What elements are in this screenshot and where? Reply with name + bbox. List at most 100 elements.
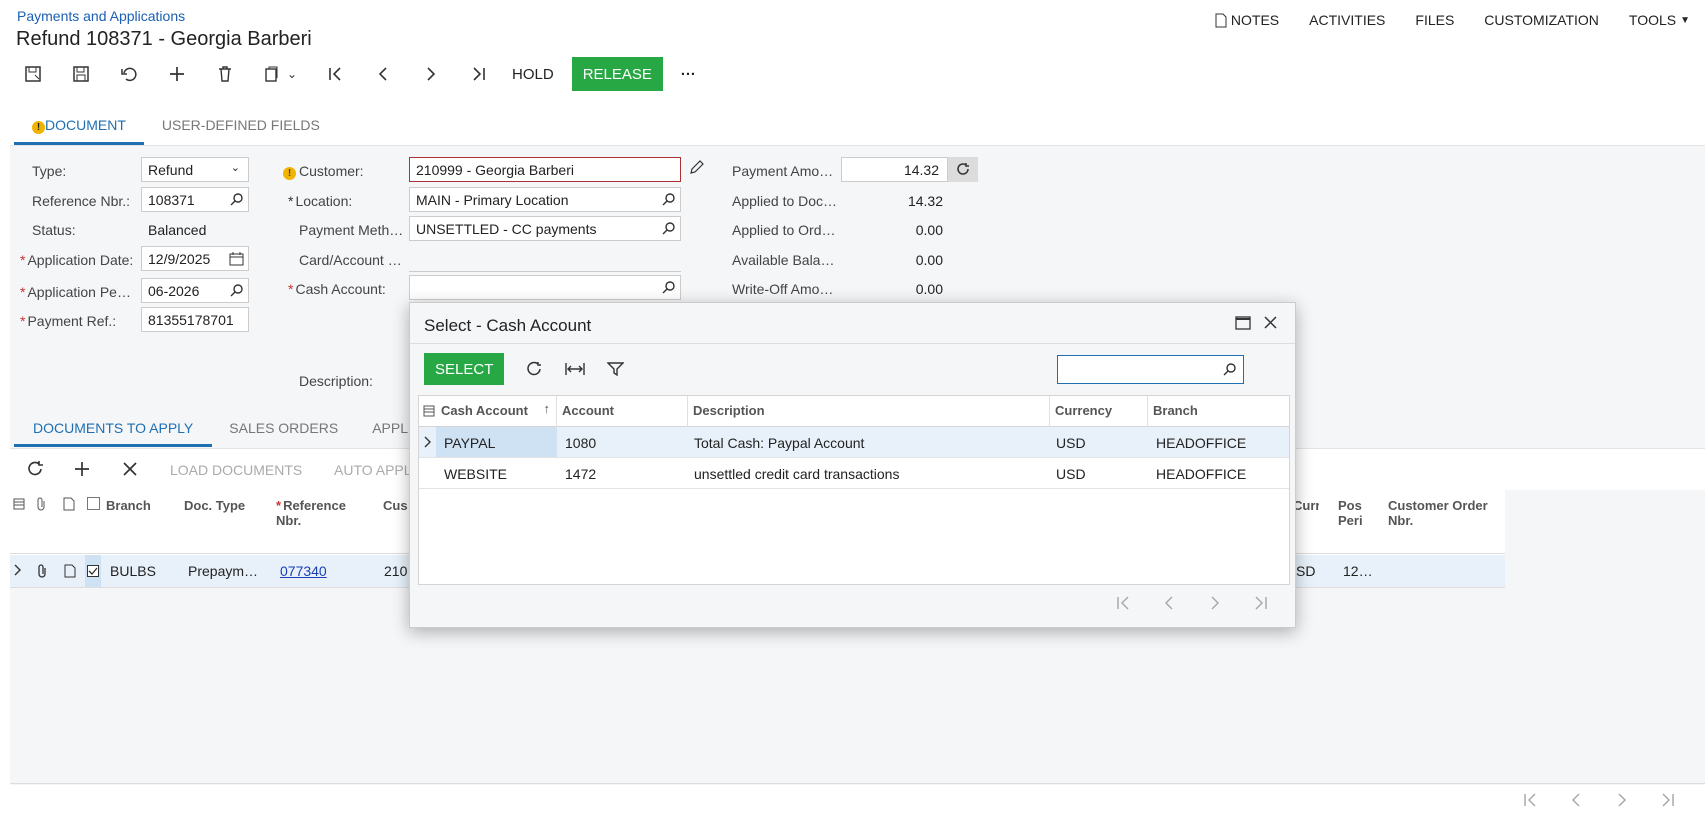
tab-user-defined-fields[interactable]: USER-DEFINED FIELDS <box>144 105 338 145</box>
previous-page-icon[interactable] <box>1161 595 1177 611</box>
files-button[interactable]: FILES <box>1400 12 1469 28</box>
save-close-icon[interactable] <box>18 59 48 89</box>
cell-description: unsettled credit card transactions <box>694 466 900 482</box>
attachment-icon[interactable] <box>36 564 48 578</box>
type-select[interactable]: Refund ⌄ <box>141 157 249 182</box>
col-description[interactable]: Description <box>688 396 1050 427</box>
application-date-label: * Application Date: <box>20 252 134 268</box>
add-row-icon[interactable] <box>73 460 91 478</box>
col-cash-account[interactable]: Cash Account ↑ <box>436 396 557 427</box>
col-branch[interactable]: Branch <box>106 498 151 513</box>
expand-row-icon[interactable] <box>423 436 433 448</box>
delete-row-icon[interactable] <box>122 461 138 477</box>
cash-account-field[interactable] <box>409 275 681 300</box>
search-icon <box>662 221 676 235</box>
grid-settings-icon[interactable] <box>423 405 435 417</box>
previous-record-icon[interactable] <box>368 59 398 89</box>
hold-button[interactable]: HOLD <box>512 66 554 83</box>
grid-settings-icon[interactable] <box>13 498 25 510</box>
copy-paste-icon[interactable]: ⌄ <box>258 59 302 89</box>
search-icon <box>230 283 244 297</box>
cell-reference-nbr-link[interactable]: 077340 <box>280 563 327 579</box>
first-record-icon[interactable] <box>320 59 350 89</box>
payment-method-field[interactable]: UNSETTLED - CC payments <box>409 216 681 241</box>
grid-footer-divider <box>10 783 1705 784</box>
undo-icon[interactable] <box>114 59 144 89</box>
close-icon[interactable] <box>1263 315 1278 330</box>
last-record-icon[interactable] <box>464 59 494 89</box>
row-checkbox[interactable] <box>85 555 101 587</box>
col-currency[interactable]: Curre <box>1293 498 1319 513</box>
application-period-field[interactable]: 06-2026 <box>141 278 249 303</box>
col-post-period[interactable]: Pos Peri <box>1338 498 1374 528</box>
first-page-icon[interactable] <box>1115 595 1131 611</box>
calendar-icon <box>229 251 244 266</box>
reference-nbr-field[interactable]: 108371 <box>141 187 249 212</box>
select-button[interactable]: SELECT <box>424 353 505 385</box>
page-title: Refund 108371 - Georgia Barberi <box>16 28 312 50</box>
delete-icon[interactable] <box>210 59 240 89</box>
cell-account: 1080 <box>565 435 597 451</box>
cell-currency: USD <box>1056 466 1086 482</box>
cell-customer: 210 <box>384 563 408 579</box>
last-page-icon[interactable] <box>1253 595 1269 611</box>
select-cash-account-dialog: Select - Cash Account SELECT Cash Accoun… <box>409 302 1296 628</box>
tools-button[interactable]: TOOLS ▼ <box>1614 12 1705 28</box>
table-row[interactable]: PAYPAL 1080 Total Cash: Paypal Account U… <box>419 427 1289 458</box>
note-icon <box>63 497 75 511</box>
col-doc-type[interactable]: Doc. Type <box>184 498 245 513</box>
col-reference-nbr[interactable]: * Reference Nbr. <box>276 498 346 528</box>
edit-pencil-icon[interactable] <box>688 160 704 176</box>
chevron-down-icon: ⌄ <box>230 162 240 174</box>
dialog-divider <box>410 343 1295 344</box>
main-toolbar: ⌄ HOLD RELEASE ··· <box>18 57 696 91</box>
tab-documents-to-apply[interactable]: DOCUMENTS TO APPLY <box>14 405 213 447</box>
refresh-icon[interactable] <box>526 361 543 378</box>
first-page-icon[interactable] <box>1522 792 1538 808</box>
col-branch[interactable]: Branch <box>1148 396 1278 427</box>
maximize-icon[interactable] <box>1235 316 1251 330</box>
last-page-icon[interactable] <box>1660 792 1676 808</box>
col-currency[interactable]: Currency <box>1050 396 1148 427</box>
col-account[interactable]: Account <box>557 396 688 427</box>
refresh-icon[interactable] <box>26 460 44 478</box>
payment-ref-label: * Payment Ref.: <box>20 313 117 329</box>
auto-apply-button[interactable]: AUTO APPL <box>334 462 412 478</box>
next-record-icon[interactable] <box>416 59 446 89</box>
tab-document[interactable]: ! DOCUMENT <box>14 105 144 145</box>
next-page-icon[interactable] <box>1614 792 1630 808</box>
col-customer[interactable]: Cus <box>383 498 408 513</box>
status-value: Balanced <box>148 222 207 238</box>
cell-cash-account: WEBSITE <box>444 466 508 482</box>
add-icon[interactable] <box>162 59 192 89</box>
customization-button[interactable]: CUSTOMIZATION <box>1469 12 1614 28</box>
customer-field[interactable]: 210999 - Georgia Barberi <box>409 157 681 182</box>
release-button[interactable]: RELEASE <box>571 57 663 91</box>
notes-button[interactable]: NOTES <box>1200 12 1294 28</box>
refresh-icon[interactable] <box>948 157 978 182</box>
save-icon[interactable] <box>66 59 96 89</box>
dialog-pager <box>1115 595 1269 611</box>
fit-columns-icon[interactable] <box>565 361 586 377</box>
tab-sales-orders[interactable]: SALES ORDERS <box>212 405 355 447</box>
next-page-icon[interactable] <box>1207 595 1223 611</box>
payment-ref-field[interactable]: 81355178701 <box>141 307 249 332</box>
type-label: Type: <box>32 163 67 179</box>
table-row[interactable]: WEBSITE 1472 unsettled credit card trans… <box>419 458 1289 489</box>
note-icon[interactable] <box>64 564 76 578</box>
dialog-search-input[interactable] <box>1057 355 1244 384</box>
load-documents-button[interactable]: LOAD DOCUMENTS <box>170 462 302 478</box>
select-all-checkbox[interactable] <box>87 497 100 510</box>
sort-asc-icon: ↑ <box>543 401 551 416</box>
breadcrumb[interactable]: Payments and Applications <box>17 8 185 24</box>
application-date-field[interactable]: 12/9/2025 <box>141 246 249 271</box>
cell-doc-type: Prepaym… <box>188 563 259 579</box>
expand-row-icon[interactable] <box>13 564 23 576</box>
location-field[interactable]: MAIN - Primary Location <box>409 187 681 212</box>
more-button[interactable]: ··· <box>681 66 696 83</box>
payment-amount-field[interactable]: 14.32 <box>841 157 948 182</box>
previous-page-icon[interactable] <box>1568 792 1584 808</box>
activities-button[interactable]: ACTIVITIES <box>1294 12 1400 28</box>
filter-icon[interactable] <box>607 361 625 377</box>
col-customer-order-nbr[interactable]: Customer Order Nbr. <box>1388 498 1488 528</box>
